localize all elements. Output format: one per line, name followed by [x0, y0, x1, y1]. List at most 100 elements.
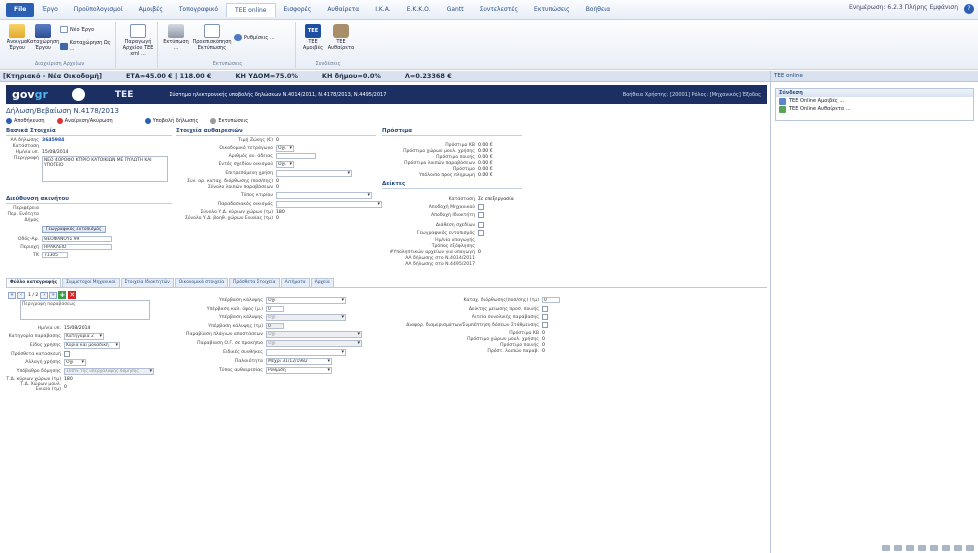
next-page-button[interactable]: ›	[40, 291, 49, 299]
tray-icon[interactable]	[894, 545, 902, 551]
tab-gantt[interactable]: Gantt	[439, 3, 472, 17]
coverage-excess2-select[interactable]: Όχι	[266, 314, 346, 321]
street-input[interactable]: ΘΕΟΦΑΝΟΥΣ 99	[42, 236, 112, 242]
penalty-reduction-checkbox[interactable]	[542, 306, 548, 312]
tab-help[interactable]: Βοήθεια	[578, 3, 619, 17]
tab-ika[interactable]: Ι.Κ.Α.	[367, 3, 399, 17]
tray-icon[interactable]	[882, 545, 890, 551]
building-excess-select[interactable]: 100% της υπερχάλυψης δόμησης	[64, 368, 154, 375]
cancel-declaration-button[interactable]: Αναίρεση/Ακύρωση	[56, 118, 113, 124]
plans-checkbox[interactable]	[478, 222, 484, 228]
side-distances-label: Παραβίαση πλάγιων αποστάσεων	[186, 332, 263, 337]
tee-fees-button[interactable]: TEE TEE Αμοιβές	[302, 24, 324, 51]
save-as-button[interactable]: Καταχώρηση Ως ...	[60, 40, 115, 52]
last-page-button[interactable]: »	[49, 291, 58, 299]
help-icon[interactable]: ?	[964, 4, 974, 14]
tray-icon[interactable]	[954, 545, 962, 551]
sheet-correction-input[interactable]: 0	[542, 297, 560, 303]
tab-financial[interactable]: Οικονομικά στοιχεία	[174, 278, 229, 287]
tee-online-fees-link[interactable]: TEE Online Αμοιβές ...	[776, 97, 973, 105]
main-area-label: Σύνολο Υ.Δ. κύριων χώρων (τμ)	[200, 210, 273, 215]
zip-input[interactable]: 71305	[42, 252, 68, 258]
user-menu[interactable]: Βοήθεια Χρήστης: [20001] Ρόλος: [Μηχανικ…	[623, 92, 761, 98]
tab-topographic[interactable]: Τοπογραφικό	[171, 3, 226, 17]
prev-page-button[interactable]: ‹	[17, 291, 25, 299]
area-input[interactable]: ΗΡΑΚΛΕΙΟ	[42, 244, 112, 250]
tab-owners[interactable]: Στοιχεία Ιδιοκτητών	[120, 278, 174, 287]
violation-description-field[interactable]: Περιγραφή παραβάσεως	[20, 300, 150, 320]
tab-record-sheet[interactable]: Φύλλο καταγραφής	[6, 278, 62, 287]
tab-engineers[interactable]: Συμμετοχοί Μηχανικοί	[62, 278, 120, 287]
side-distances-select[interactable]: Όχι	[266, 331, 362, 338]
tray-icon[interactable]	[930, 545, 938, 551]
save-declaration-button[interactable]: Αποθήκευση	[6, 118, 45, 124]
total-violation-label: Αιτεία συνολικής παράβασης	[471, 314, 539, 320]
temporary-construction-checkbox[interactable]	[64, 351, 70, 357]
height-excess-input[interactable]: 0	[266, 306, 284, 312]
coverage-area-input[interactable]: 0	[266, 323, 284, 329]
tab-prints[interactable]: Εκτυπώσεις	[526, 3, 578, 17]
tab-tee-online[interactable]: TEE online	[226, 2, 276, 17]
geolocation-button[interactable]: Γεωγραφικός εντοπισμός	[42, 226, 106, 233]
tray-icon[interactable]	[906, 545, 914, 551]
tee-illegal-button[interactable]: TEE Αυθαίρετα	[328, 24, 354, 51]
geo-checkbox[interactable]	[478, 230, 484, 236]
new-project-button[interactable]: Νέο Έργο	[60, 26, 94, 33]
special-conditions-select[interactable]	[266, 349, 346, 356]
tab-fees[interactable]: Αμοιβές	[131, 3, 171, 17]
update-info[interactable]: Ενημέρωση: 6.2.3 Πλήρης Εμφάνιση	[849, 4, 958, 11]
tray-icon[interactable]	[918, 545, 926, 551]
owner-accept-label: Αποδοχή Ιδιοκτήτη	[431, 212, 475, 218]
allowed-use-select[interactable]	[276, 170, 352, 177]
building-line-select[interactable]: Όχι	[266, 340, 362, 347]
first-page-button[interactable]: «	[8, 291, 16, 299]
fine-kb-label: Πρόστιμο ΚΒ	[445, 143, 475, 148]
traditional-select[interactable]	[276, 201, 382, 208]
tray-icon[interactable]	[966, 545, 974, 551]
total-violation-checkbox[interactable]	[542, 314, 548, 320]
description-field[interactable]: ΝΕΟ 4ΟΡΟΦΟ ΚΤΙΡΙΟ ΚΑΤΟΙΚΙΩΝ ΜΕ ΠΥΛΩΤΗ ΚΑ…	[42, 156, 168, 182]
gov-banner: govgr TEE Σύστημα ηλεκτρονικής υποβολής …	[6, 85, 767, 104]
change-use-select[interactable]: Όχι	[64, 359, 86, 366]
building-type-select[interactable]	[276, 192, 372, 199]
sheet-tabs: Φύλλο καταγραφής Συμμετοχοί Μηχανικοί Στ…	[6, 278, 335, 287]
violation-category-select[interactable]: Κατηγορία 2	[64, 333, 104, 340]
tab-project[interactable]: Έργο	[34, 3, 66, 17]
tab-ekko[interactable]: Ε.Κ.Κ.Ο.	[399, 3, 439, 17]
tab-coefficients[interactable]: Συντελεστές	[472, 3, 526, 17]
submit-declaration-button[interactable]: Υποβολή δήλωσης	[144, 118, 198, 124]
page-title: Δήλωση/Βεβαίωση Ν.4178/2013	[6, 107, 119, 115]
coverage-excess-select[interactable]: Όχι	[266, 297, 346, 304]
add-icon[interactable]: +	[58, 291, 67, 299]
produce-xml-button[interactable]: Παραγωγή Αρχείου ΤΕΕ xml ...	[122, 24, 154, 57]
within-plan-select[interactable]: Όχι	[276, 161, 294, 168]
print-button[interactable]: Εκτύπωση ...	[162, 24, 190, 51]
print-preview-button[interactable]: Προεπισκόπηση Εκτύπωσης	[192, 24, 232, 51]
tee-fees-icon	[779, 97, 786, 105]
tab-contributions[interactable]: Εισφορές	[276, 3, 320, 17]
apartments-checkbox[interactable]	[542, 322, 548, 328]
tab-budgets[interactable]: Προϋπολογισμοί	[66, 3, 131, 17]
file-tab[interactable]: File	[6, 2, 35, 17]
permit-input[interactable]	[276, 153, 316, 159]
declaration-prints-button[interactable]: Εκτυπώσεις	[210, 118, 248, 124]
owner-accept-checkbox[interactable]	[478, 212, 484, 218]
connection-group-title[interactable]: Σύνδεση	[776, 89, 973, 97]
engineer-accept-checkbox[interactable]	[478, 204, 484, 210]
open-project-button[interactable]: Άνοιγμα Έργου	[6, 24, 28, 51]
tray-icon[interactable]	[942, 545, 950, 551]
tab-illegal[interactable]: Αυθαίρετα	[319, 3, 367, 17]
print-settings-button[interactable]: Ρυθμίσεις ...	[234, 34, 275, 41]
violation-type-select[interactable]: Ρύθμιση	[266, 367, 332, 374]
tee-online-illegal-link[interactable]: TEE Online Αυθαίρετα ...	[776, 105, 973, 113]
tab-requests[interactable]: Αιτήματα	[280, 278, 310, 287]
block-select[interactable]: Όχι	[276, 145, 294, 152]
age-select[interactable]: Μέχρι 31/12/1982	[266, 358, 332, 365]
tab-additional[interactable]: Πρόσθετα Στοιχεία	[229, 278, 280, 287]
delete-icon[interactable]: ✕	[68, 291, 77, 299]
balance-value: 0.00 €	[478, 173, 493, 178]
save-project-button[interactable]: Καταχώρηση Έργου	[27, 24, 59, 51]
use-type-select[interactable]: Κύρια και μοναδική κατοικία	[64, 342, 120, 349]
tab-files[interactable]: Αρχεία	[310, 278, 334, 287]
building-type-label: Τύπος κτιρίου	[240, 193, 273, 198]
